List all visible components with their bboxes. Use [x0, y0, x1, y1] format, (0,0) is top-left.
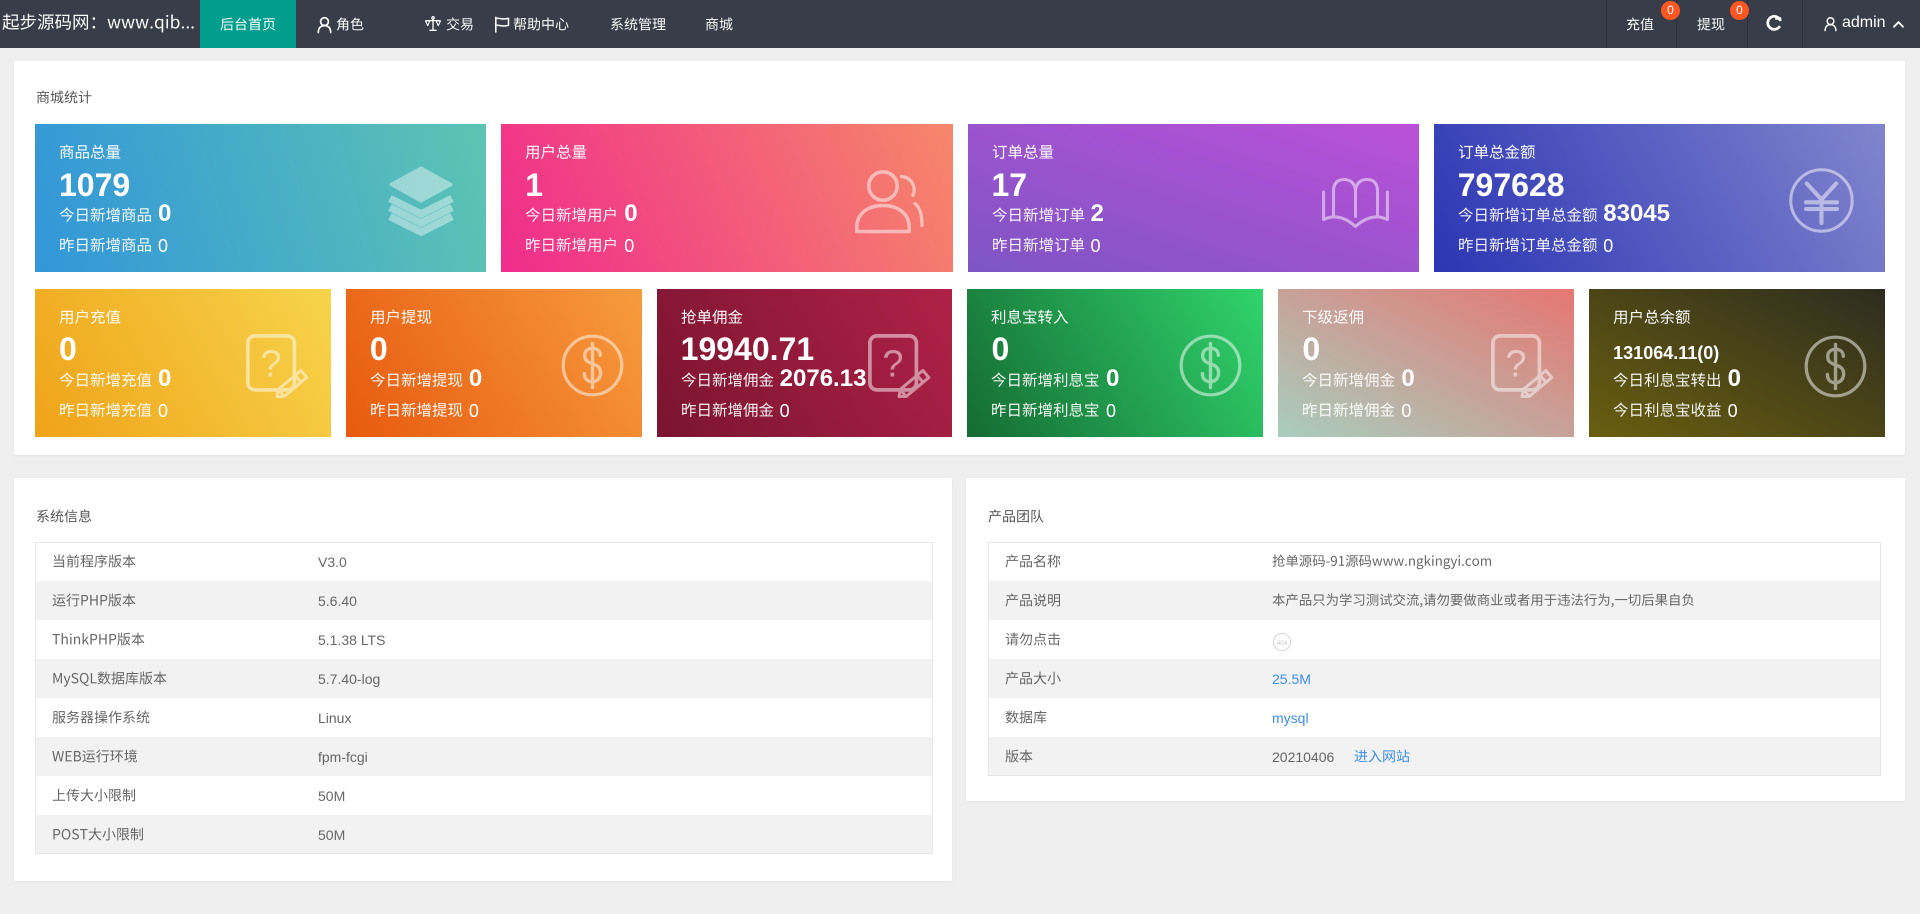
- svg-text:?: ?: [882, 344, 903, 386]
- svg-text:?: ?: [1506, 344, 1527, 386]
- svg-text:?: ?: [260, 344, 281, 386]
